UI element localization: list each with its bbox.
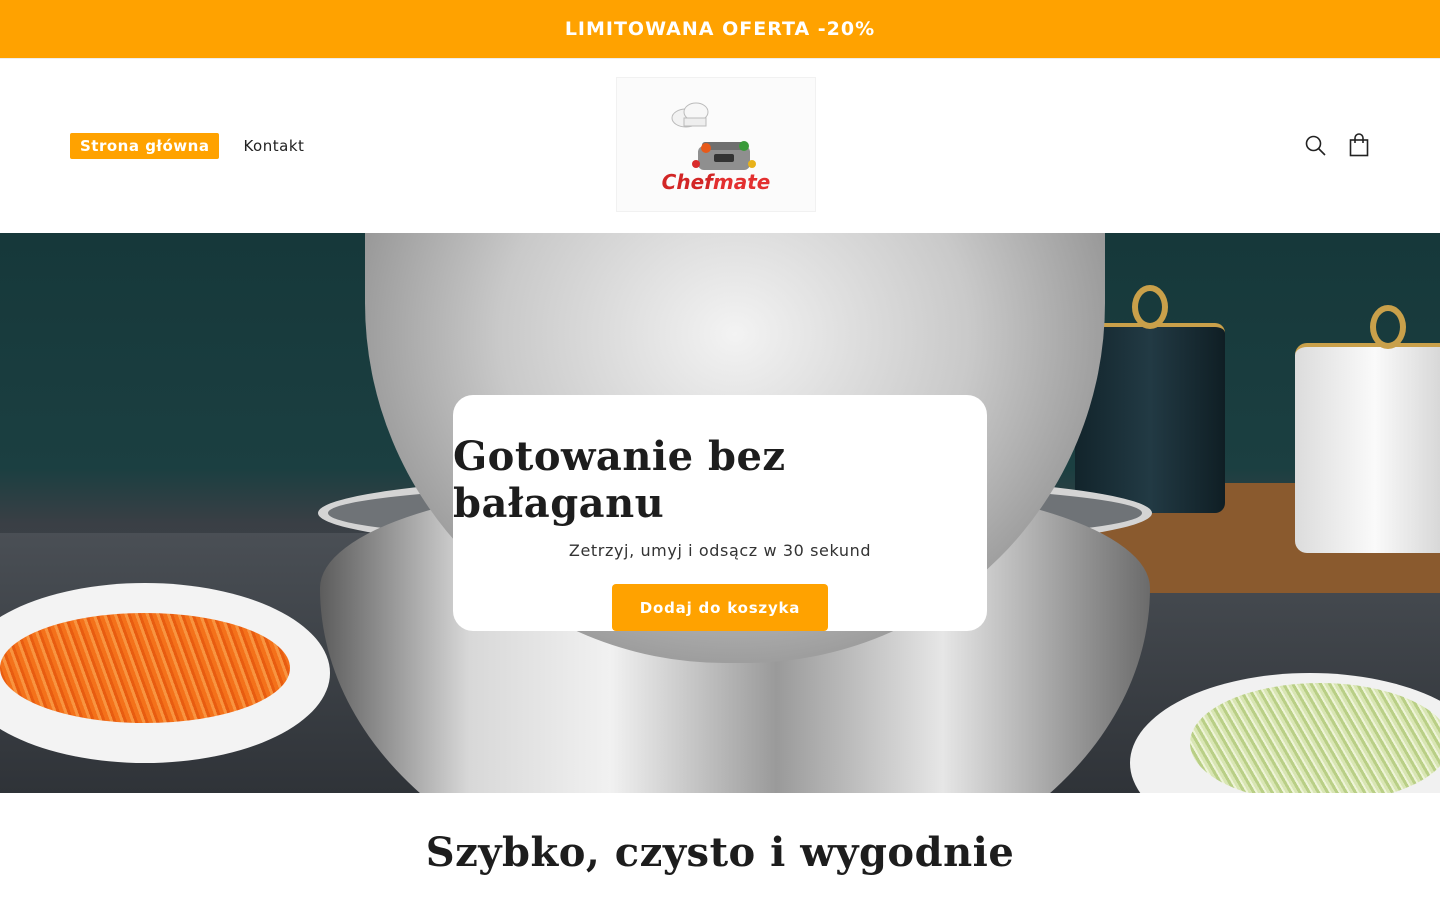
- hero-banner: Gotowanie bez bałaganu Zetrzyj, umyj i o…: [0, 233, 1440, 793]
- grated-carrots-image: [0, 613, 290, 723]
- header-icons: [1304, 133, 1370, 157]
- jar-knob-icon: [1370, 305, 1406, 349]
- announcement-text: LIMITOWANA OFERTA -20%: [564, 18, 876, 40]
- announcement-bar: LIMITOWANA OFERTA -20%: [0, 0, 1440, 58]
- brand-wordmark: Chefmate: [662, 170, 771, 194]
- white-jar-image: [1295, 343, 1440, 553]
- grated-cabbage-image: [1190, 683, 1440, 793]
- site-header: Strona główna Kontakt Chefmate: [0, 58, 1440, 233]
- main-nav: Strona główna Kontakt: [70, 133, 304, 159]
- brand-logo[interactable]: Chefmate: [616, 77, 816, 212]
- brand-wordmark-mate: mate: [712, 169, 771, 194]
- nav-link-home[interactable]: Strona główna: [70, 133, 220, 159]
- hero-title: Gotowanie bez bałaganu: [453, 433, 786, 527]
- add-to-cart-button[interactable]: Dodaj do koszyka: [612, 584, 828, 631]
- brand-wordmark-chef: Chef: [661, 169, 713, 194]
- nav-link-contact[interactable]: Kontakt: [243, 137, 304, 155]
- chef-hat-pot-logo-icon: [671, 102, 756, 170]
- jar-knob-icon: [1132, 285, 1168, 329]
- hero-card: Gotowanie bez bałaganu Zetrzyj, umyj i o…: [453, 395, 987, 631]
- section-title: Szybko, czysto i wygodnie: [425, 829, 1015, 876]
- hero-subtitle: Zetrzyj, umyj i odsącz w 30 sekund: [568, 541, 872, 560]
- cart-icon[interactable]: [1348, 133, 1370, 157]
- search-icon[interactable]: [1304, 133, 1326, 157]
